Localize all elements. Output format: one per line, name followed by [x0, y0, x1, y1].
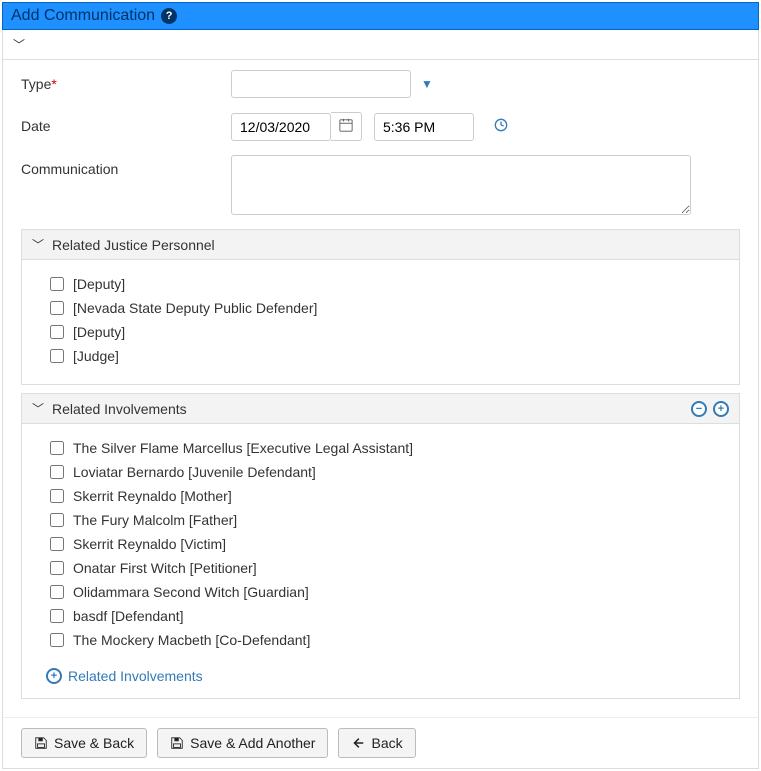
type-row: Type* ▼ — [21, 70, 740, 98]
list-item-label: Skerrit Reynaldo [Victim] — [73, 536, 226, 552]
list-item: Skerrit Reynaldo [Mother] — [46, 486, 715, 506]
communication-row: Communication — [21, 155, 740, 215]
save-and-back-label: Save & Back — [54, 735, 134, 751]
list-item-label: [Judge] — [73, 348, 119, 364]
list-item-label: Onatar First Witch [Petitioner] — [73, 560, 257, 576]
footer-actions: Save & Back Save & Add Another Back — [3, 717, 758, 768]
list-item-label: The Fury Malcolm [Father] — [73, 512, 237, 528]
calendar-button[interactable] — [331, 112, 362, 141]
save-and-back-button[interactable]: Save & Back — [21, 728, 147, 758]
list-item: Skerrit Reynaldo [Victim] — [46, 534, 715, 554]
checkbox[interactable] — [50, 465, 64, 479]
list-item-label: [Deputy] — [73, 324, 125, 340]
list-item: The Fury Malcolm [Father] — [46, 510, 715, 530]
checkbox[interactable] — [50, 585, 64, 599]
type-input[interactable] — [231, 70, 411, 98]
list-item: basdf [Defendant] — [46, 606, 715, 626]
list-item: Loviatar Bernardo [Juvenile Defendant] — [46, 462, 715, 482]
back-button[interactable]: Back — [338, 728, 415, 758]
list-item: [Deputy] — [46, 274, 715, 294]
list-item-label: Olidammara Second Witch [Guardian] — [73, 584, 309, 600]
clock-icon[interactable] — [494, 118, 508, 135]
calendar-icon — [339, 118, 353, 132]
involvements-section-header[interactable]: ﹀ Related Involvements − + — [21, 393, 740, 424]
checkbox[interactable] — [50, 537, 64, 551]
communication-label: Communication — [21, 155, 231, 177]
type-label-text: Type — [21, 76, 51, 92]
date-row: Date — [21, 112, 740, 141]
panel-collapse-header[interactable]: ﹀ — [3, 30, 758, 60]
checkbox[interactable] — [50, 277, 64, 291]
chevron-down-icon: ﹀ — [32, 236, 44, 253]
involvements-section-title: Related Involvements — [52, 401, 187, 417]
list-item-label: basdf [Defendant] — [73, 608, 184, 624]
arrow-left-icon — [351, 736, 365, 750]
caret-down-icon[interactable]: ▼ — [421, 77, 433, 91]
title-bar: Add Communication ? — [2, 2, 759, 30]
date-input[interactable] — [231, 113, 331, 141]
list-item: [Judge] — [46, 346, 715, 366]
checkbox[interactable] — [50, 609, 64, 623]
save-and-add-another-label: Save & Add Another — [190, 735, 315, 751]
add-involvement-button[interactable]: + — [713, 401, 729, 417]
justice-section-header[interactable]: ﹀ Related Justice Personnel — [21, 229, 740, 260]
list-item: Olidammara Second Witch [Guardian] — [46, 582, 715, 602]
remove-involvement-button[interactable]: − — [691, 401, 707, 417]
save-icon — [34, 736, 48, 750]
list-item: Onatar First Witch [Petitioner] — [46, 558, 715, 578]
help-icon[interactable]: ? — [161, 8, 177, 24]
justice-section-body: [Deputy] [Nevada State Deputy Public Defe… — [21, 260, 740, 385]
list-item: [Nevada State Deputy Public Defender] — [46, 298, 715, 318]
checkbox[interactable] — [50, 561, 64, 575]
time-input[interactable] — [374, 113, 474, 141]
type-dropdown[interactable]: ▼ — [231, 70, 433, 98]
list-item-label: Skerrit Reynaldo [Mother] — [73, 488, 232, 504]
checkbox[interactable] — [50, 349, 64, 363]
back-label: Back — [371, 735, 402, 751]
list-item: The Silver Flame Marcellus [Executive Le… — [46, 438, 715, 458]
justice-section-title: Related Justice Personnel — [52, 237, 215, 253]
list-item: The Mockery Macbeth [Co-Defendant] — [46, 630, 715, 650]
save-icon — [170, 736, 184, 750]
list-item-label: The Silver Flame Marcellus [Executive Le… — [73, 440, 413, 456]
required-marker: * — [51, 76, 56, 92]
list-item: [Deputy] — [46, 322, 715, 342]
add-related-involvements-link[interactable]: + Related Involvements — [46, 668, 203, 684]
date-label: Date — [21, 112, 231, 134]
list-item-label: Loviatar Bernardo [Juvenile Defendant] — [73, 464, 316, 480]
form-body: Type* ▼ Date Com — [3, 60, 758, 717]
list-item-label: [Deputy] — [73, 276, 125, 292]
list-item-label: The Mockery Macbeth [Co-Defendant] — [73, 632, 310, 648]
checkbox[interactable] — [50, 633, 64, 647]
chevron-down-icon: ﹀ — [32, 400, 44, 417]
checkbox[interactable] — [50, 301, 64, 315]
chevron-down-icon: ﹀ — [13, 36, 25, 53]
checkbox[interactable] — [50, 441, 64, 455]
type-label: Type* — [21, 70, 231, 92]
checkbox[interactable] — [50, 489, 64, 503]
main-panel: ﹀ Type* ▼ Date — [2, 30, 759, 769]
checkbox[interactable] — [50, 513, 64, 527]
communication-textarea[interactable] — [231, 155, 691, 215]
add-related-involvements-label: Related Involvements — [68, 668, 203, 684]
plus-icon: + — [46, 668, 62, 684]
page-title: Add Communication — [11, 7, 155, 25]
checkbox[interactable] — [50, 325, 64, 339]
involvements-section-body: The Silver Flame Marcellus [Executive Le… — [21, 424, 740, 699]
list-item-label: [Nevada State Deputy Public Defender] — [73, 300, 317, 316]
save-and-add-another-button[interactable]: Save & Add Another — [157, 728, 328, 758]
